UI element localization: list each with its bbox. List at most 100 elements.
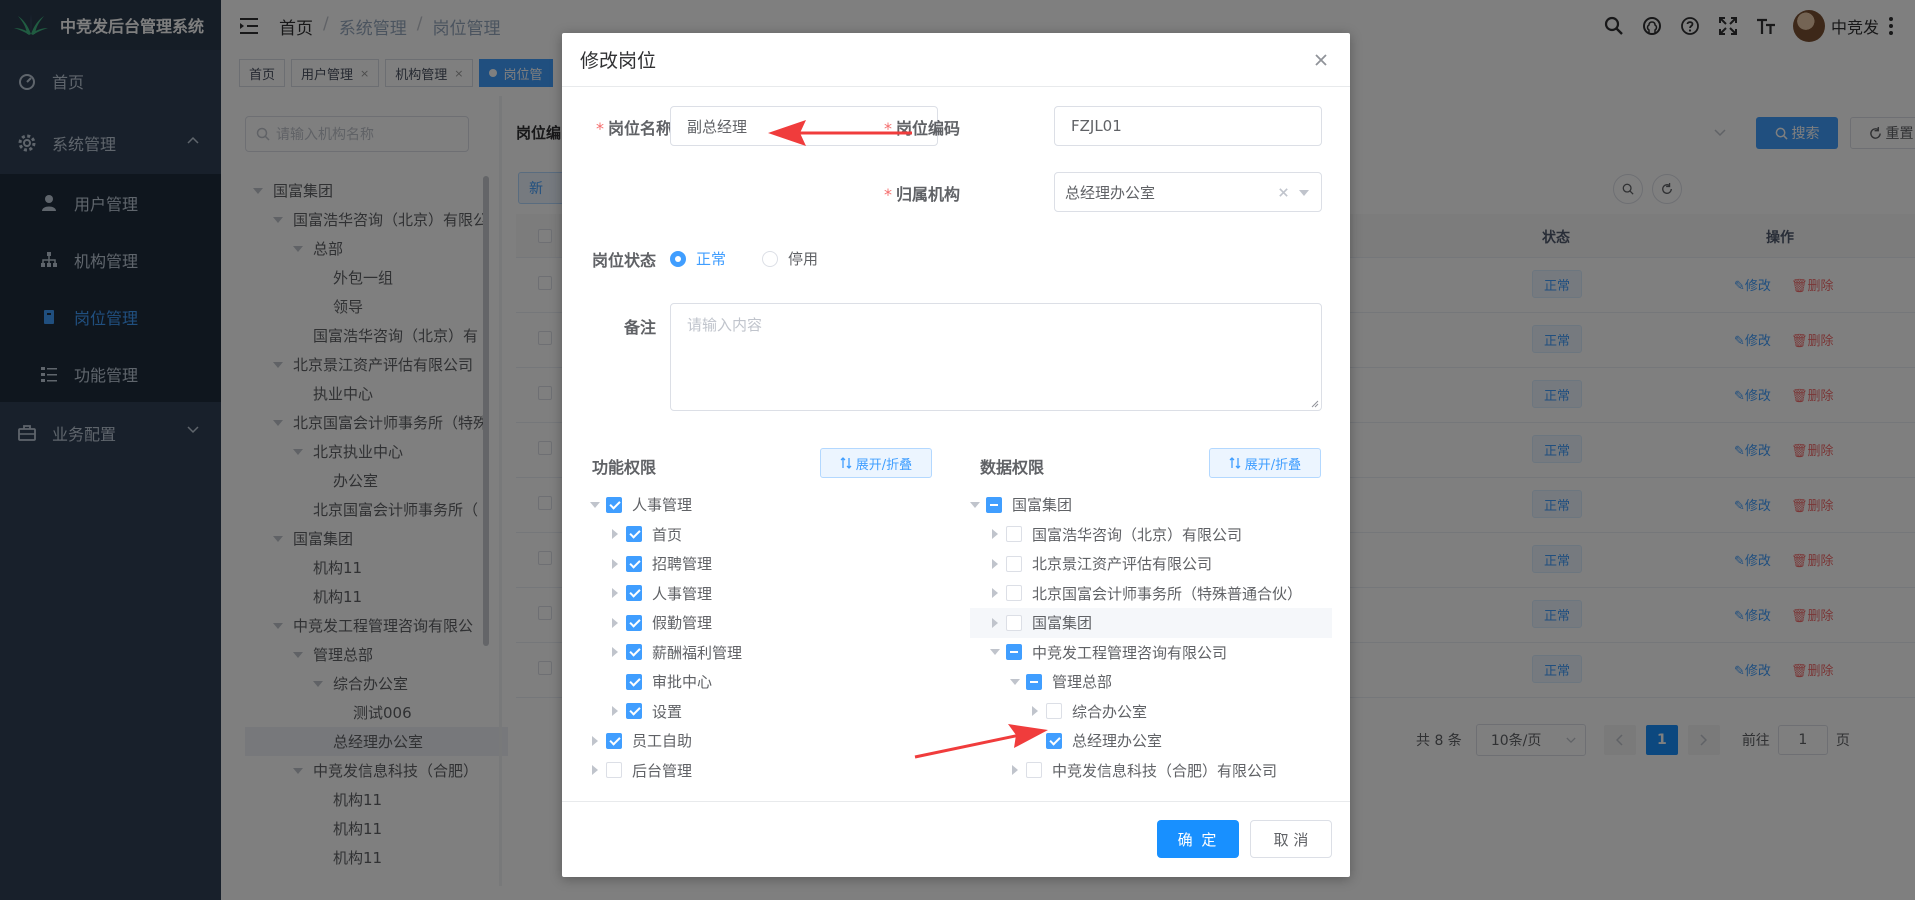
- data-tree-node[interactable]: 总经理办公室: [970, 726, 1332, 756]
- func-tree-node[interactable]: 设置: [590, 697, 940, 727]
- data-permission-label: 数据权限: [980, 458, 1045, 477]
- caret-right-icon[interactable]: [1010, 765, 1020, 775]
- caret-right-icon[interactable]: [990, 588, 1000, 598]
- close-icon[interactable]: [1314, 53, 1328, 67]
- data-tree-node-label: 北京景江资产评估有限公司: [1032, 555, 1213, 574]
- tree-checkbox[interactable]: [1006, 526, 1022, 543]
- confirm-button[interactable]: 确 定: [1157, 820, 1239, 858]
- func-tree-node[interactable]: 薪酬福利管理: [590, 638, 940, 668]
- func-tree-node-label: 人事管理: [652, 584, 713, 603]
- confirm-button-label: 确 定: [1177, 830, 1219, 849]
- data-tree-node[interactable]: 综合办公室: [970, 697, 1332, 727]
- post-code-label-text: 岗位编码: [895, 119, 960, 138]
- caret-right-icon[interactable]: [990, 559, 1000, 569]
- func-tree-node[interactable]: 人事管理: [590, 579, 940, 609]
- func-tree-node-label: 假勤管理: [652, 614, 713, 633]
- func-permission-label: 功能权限: [592, 458, 657, 477]
- dialog-title: 修改岗位: [580, 50, 657, 72]
- org-select[interactable]: 总经理办公室: [1054, 172, 1322, 212]
- caret-right-icon[interactable]: [990, 529, 1000, 539]
- func-tree-node[interactable]: 首页: [590, 520, 940, 550]
- data-tree-node[interactable]: 国富集团: [970, 608, 1332, 638]
- caret-down-icon[interactable]: [1010, 677, 1020, 687]
- data-tree-node-label: 国富浩华咨询（北京）有限公司: [1032, 525, 1243, 544]
- tree-checkbox[interactable]: [1026, 762, 1042, 779]
- tree-checkbox[interactable]: [626, 644, 642, 661]
- data-tree-node[interactable]: 国富集团: [970, 490, 1332, 520]
- func-expand-button[interactable]: 展开/折叠: [820, 448, 932, 478]
- radio-dot: [670, 250, 686, 267]
- tree-checkbox[interactable]: [1006, 644, 1022, 661]
- data-tree-node[interactable]: 国富浩华咨询（北京）有限公司: [970, 520, 1332, 550]
- remark-label: 备注: [546, 314, 656, 338]
- tree-checkbox[interactable]: [626, 673, 642, 690]
- data-tree-node[interactable]: 管理总部: [970, 667, 1332, 697]
- func-tree-node[interactable]: 假勤管理: [590, 608, 940, 638]
- func-tree-node-label: 薪酬福利管理: [652, 643, 743, 662]
- caret-down-icon[interactable]: [590, 500, 600, 510]
- tree-checkbox[interactable]: [1006, 585, 1022, 602]
- caret-right-icon[interactable]: [590, 736, 600, 746]
- data-tree-node-label: 国富集团: [1012, 496, 1073, 515]
- clear-icon[interactable]: [1278, 187, 1289, 198]
- caret-right-icon[interactable]: [610, 706, 620, 716]
- caret-right-icon[interactable]: [1030, 706, 1040, 716]
- data-tree-node[interactable]: 中竞发工程管理咨询有限公司: [970, 638, 1332, 668]
- caret-down-icon[interactable]: [990, 647, 1000, 657]
- remark-textarea[interactable]: 请输入内容: [670, 303, 1322, 411]
- cancel-button[interactable]: 取 消: [1250, 820, 1332, 858]
- tree-checkbox[interactable]: [606, 496, 622, 513]
- status-disabled-label: 停用: [788, 250, 819, 268]
- caret-right-icon[interactable]: [590, 765, 600, 775]
- status-label-text: 岗位状态: [591, 251, 656, 270]
- post-name-value: 副总经理: [687, 117, 748, 136]
- tree-checkbox[interactable]: [1046, 732, 1062, 749]
- func-tree-node[interactable]: 人事管理: [590, 490, 940, 520]
- caret-right-icon[interactable]: [610, 529, 620, 539]
- tree-checkbox[interactable]: [1046, 703, 1062, 720]
- radio-dot: [762, 250, 778, 267]
- func-tree-node[interactable]: 员工自助: [590, 726, 940, 756]
- post-code-input[interactable]: FZJL01: [1054, 106, 1322, 146]
- sort-icon: [840, 457, 852, 469]
- resize-handle-icon[interactable]: [1311, 400, 1319, 408]
- data-expand-button[interactable]: 展开/折叠: [1209, 448, 1321, 478]
- data-tree-node[interactable]: 北京国富会计师事务所（特殊普通合伙）: [970, 579, 1332, 609]
- tree-checkbox[interactable]: [1006, 555, 1022, 572]
- status-disabled-radio[interactable]: 停用: [762, 248, 818, 269]
- func-tree-node-label: 审批中心: [652, 673, 713, 692]
- caret-right-icon[interactable]: [990, 618, 1000, 628]
- tree-checkbox[interactable]: [1026, 673, 1042, 690]
- data-tree-node-label: 管理总部: [1052, 673, 1113, 692]
- func-tree-node[interactable]: 审批中心: [590, 667, 940, 697]
- caret-right-icon[interactable]: [610, 618, 620, 628]
- func-tree-node-label: 人事管理: [632, 496, 693, 515]
- caret-right-icon[interactable]: [610, 588, 620, 598]
- caret-down-icon[interactable]: [970, 500, 980, 510]
- data-tree-node-label: 国富集团: [1032, 614, 1093, 633]
- caret-right-icon[interactable]: [610, 647, 620, 657]
- tree-checkbox[interactable]: [626, 703, 642, 720]
- post-name-label: * 岗位名称: [595, 119, 672, 138]
- func-expand-label: 展开/折叠: [855, 457, 913, 473]
- tree-checkbox[interactable]: [626, 555, 642, 572]
- post-code-label: * 岗位编码: [883, 119, 960, 138]
- func-tree-node[interactable]: 招聘管理: [590, 549, 940, 579]
- tree-checkbox[interactable]: [626, 526, 642, 543]
- caret-right-icon[interactable]: [610, 559, 620, 569]
- data-tree-node[interactable]: 中竞发信息科技（合肥）有限公司: [970, 756, 1332, 786]
- tree-checkbox[interactable]: [606, 732, 622, 749]
- tree-checkbox[interactable]: [626, 614, 642, 631]
- func-tree-node-label: 首页: [652, 525, 683, 544]
- func-tree-node-label: 后台管理: [632, 761, 693, 780]
- data-expand-label: 展开/折叠: [1244, 457, 1302, 473]
- status-normal-radio[interactable]: 正常: [670, 248, 726, 269]
- func-tree-node[interactable]: 后台管理: [590, 756, 940, 786]
- data-tree-node[interactable]: 北京景江资产评估有限公司: [970, 549, 1332, 579]
- tree-checkbox[interactable]: [606, 762, 622, 779]
- tree-checkbox[interactable]: [1006, 614, 1022, 631]
- tree-checkbox[interactable]: [986, 496, 1002, 513]
- tree-checkbox[interactable]: [626, 585, 642, 602]
- edit-post-dialog: 修改岗位 * 岗位名称 副总经理 * 岗位编码 FZJL01 * 归属机构 总经理办公…: [562, 33, 1350, 877]
